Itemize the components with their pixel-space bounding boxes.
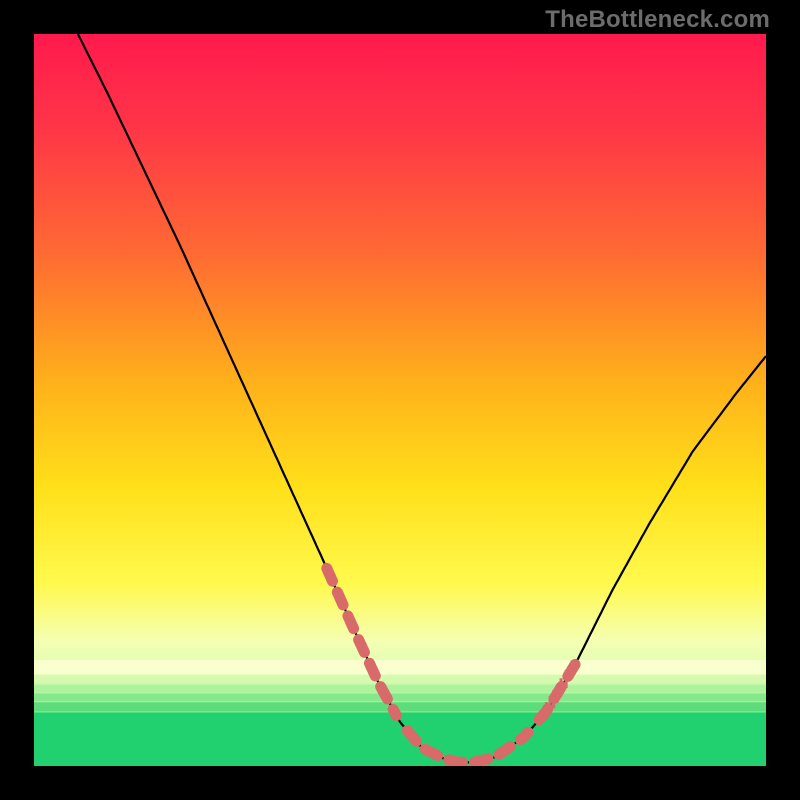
watermark-text: TheBottleneck.com (545, 6, 770, 34)
chart-frame: TheBottleneck.com (0, 0, 800, 800)
chart-svg (34, 34, 766, 766)
plot-area (34, 34, 766, 766)
